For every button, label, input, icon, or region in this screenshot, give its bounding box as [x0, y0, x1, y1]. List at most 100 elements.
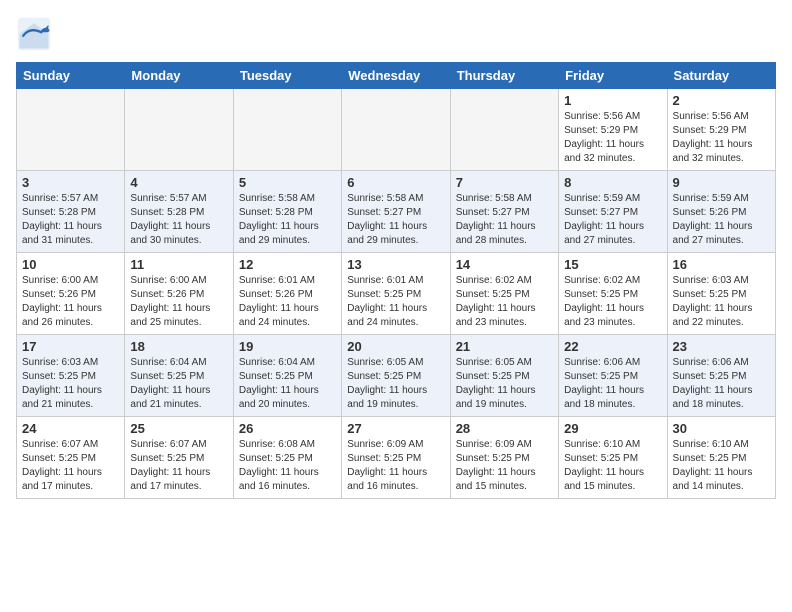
calendar-day-18: 18 Sunrise: 6:04 AMSunset: 5:25 PMDayligh…: [125, 335, 233, 417]
calendar-day-6: 6Sunrise: 5:58 AMSunset: 5:27 PMDaylight…: [342, 171, 450, 253]
day-number: 5: [239, 175, 336, 190]
day-number: 23: [673, 339, 770, 354]
day-number: 1: [564, 93, 661, 108]
col-header-wednesday: Wednesday: [342, 63, 450, 89]
calendar-header-row: SundayMondayTuesdayWednesdayThursdayFrid…: [17, 63, 776, 89]
calendar-week-2: 3 Sunrise: 5:57 AMSunset: 5:28 PMDaylight…: [17, 171, 776, 253]
calendar-day-9: 9 Sunrise: 5:59 AMSunset: 5:26 PMDaylight…: [667, 171, 775, 253]
day-number: 12: [239, 257, 336, 272]
day-info: Sunrise: 5:58 AMSunset: 5:28 PMDaylight:…: [239, 192, 336, 248]
calendar-day-27: 27Sunrise: 6:09 AMSunset: 5:25 PMDayligh…: [342, 417, 450, 499]
day-info: Sunrise: 6:06 AMSunset: 5:25 PMDaylight:…: [564, 356, 661, 412]
calendar-empty-cell: [342, 89, 450, 171]
day-info: Sunrise: 5:59 AMSunset: 5:26 PMDaylight:…: [673, 192, 770, 248]
day-info: Sunrise: 6:02 AMSunset: 5:25 PMDaylight:…: [456, 274, 553, 330]
calendar-day-22: 22 Sunrise: 6:06 AMSunset: 5:25 PMDayligh…: [559, 335, 667, 417]
day-info: Sunrise: 6:00 AMSunset: 5:26 PMDaylight:…: [22, 274, 119, 330]
day-info: Sunrise: 6:10 AMSunset: 5:25 PMDaylight:…: [564, 438, 661, 494]
day-number: 17: [22, 339, 119, 354]
calendar-day-1: 1 Sunrise: 5:56 AMSunset: 5:29 PMDaylight…: [559, 89, 667, 171]
calendar-week-1: 1 Sunrise: 5:56 AMSunset: 5:29 PMDaylight…: [17, 89, 776, 171]
day-info: Sunrise: 6:01 AMSunset: 5:25 PMDaylight:…: [347, 274, 444, 330]
calendar-day-15: 15 Sunrise: 6:02 AMSunset: 5:25 PMDayligh…: [559, 253, 667, 335]
day-info: Sunrise: 5:59 AMSunset: 5:27 PMDaylight:…: [564, 192, 661, 248]
day-info: Sunrise: 5:58 AMSunset: 5:27 PMDaylight:…: [347, 192, 444, 248]
day-number: 16: [673, 257, 770, 272]
day-number: 22: [564, 339, 661, 354]
calendar-day-29: 29 Sunrise: 6:10 AMSunset: 5:25 PMDayligh…: [559, 417, 667, 499]
calendar-day-13: 13 Sunrise: 6:01 AMSunset: 5:25 PMDayligh…: [342, 253, 450, 335]
day-info: Sunrise: 5:58 AMSunset: 5:27 PMDaylight:…: [456, 192, 553, 248]
day-number: 10: [22, 257, 119, 272]
day-number: 30: [673, 421, 770, 436]
day-number: 26: [239, 421, 336, 436]
day-info: Sunrise: 6:00 AMSunset: 5:26 PMDaylight:…: [130, 274, 227, 330]
calendar-day-20: 20Sunrise: 6:05 AMSunset: 5:25 PMDayligh…: [342, 335, 450, 417]
calendar-day-30: 30 Sunrise: 6:10 AMSunset: 5:25 PMDayligh…: [667, 417, 775, 499]
day-info: Sunrise: 6:03 AMSunset: 5:25 PMDaylight:…: [673, 274, 770, 330]
day-number: 2: [673, 93, 770, 108]
day-info: Sunrise: 6:07 AMSunset: 5:25 PMDaylight:…: [22, 438, 119, 494]
day-number: 14: [456, 257, 553, 272]
logo: [16, 16, 58, 52]
col-header-friday: Friday: [559, 63, 667, 89]
calendar-day-28: 28 Sunrise: 6:09 AMSunset: 5:25 PMDayligh…: [450, 417, 558, 499]
calendar-week-4: 17 Sunrise: 6:03 AMSunset: 5:25 PMDayligh…: [17, 335, 776, 417]
calendar-day-2: 2 Sunrise: 5:56 AMSunset: 5:29 PMDaylight…: [667, 89, 775, 171]
calendar-day-7: 7Sunrise: 5:58 AMSunset: 5:27 PMDaylight…: [450, 171, 558, 253]
calendar-day-26: 26 Sunrise: 6:08 AMSunset: 5:25 PMDayligh…: [233, 417, 341, 499]
calendar-day-25: 25Sunrise: 6:07 AMSunset: 5:25 PMDayligh…: [125, 417, 233, 499]
col-header-sunday: Sunday: [17, 63, 125, 89]
col-header-thursday: Thursday: [450, 63, 558, 89]
day-info: Sunrise: 6:07 AMSunset: 5:25 PMDaylight:…: [130, 438, 227, 494]
day-info: Sunrise: 6:03 AMSunset: 5:25 PMDaylight:…: [22, 356, 119, 412]
col-header-saturday: Saturday: [667, 63, 775, 89]
day-number: 4: [130, 175, 227, 190]
logo-icon: [16, 16, 52, 52]
day-number: 19: [239, 339, 336, 354]
day-number: 18: [130, 339, 227, 354]
calendar-empty-cell: [450, 89, 558, 171]
day-info: Sunrise: 5:56 AMSunset: 5:29 PMDaylight:…: [673, 110, 770, 166]
day-info: Sunrise: 6:04 AMSunset: 5:25 PMDaylight:…: [239, 356, 336, 412]
calendar-empty-cell: [17, 89, 125, 171]
day-number: 11: [130, 257, 227, 272]
calendar-day-19: 19 Sunrise: 6:04 AMSunset: 5:25 PMDayligh…: [233, 335, 341, 417]
day-info: Sunrise: 6:04 AMSunset: 5:25 PMDaylight:…: [130, 356, 227, 412]
day-info: Sunrise: 6:02 AMSunset: 5:25 PMDaylight:…: [564, 274, 661, 330]
calendar-day-21: 21 Sunrise: 6:05 AMSunset: 5:25 PMDayligh…: [450, 335, 558, 417]
day-info: Sunrise: 6:06 AMSunset: 5:25 PMDaylight:…: [673, 356, 770, 412]
day-info: Sunrise: 6:09 AMSunset: 5:25 PMDaylight:…: [456, 438, 553, 494]
calendar-day-17: 17 Sunrise: 6:03 AMSunset: 5:25 PMDayligh…: [17, 335, 125, 417]
day-number: 15: [564, 257, 661, 272]
day-number: 21: [456, 339, 553, 354]
calendar-day-4: 4 Sunrise: 5:57 AMSunset: 5:28 PMDaylight…: [125, 171, 233, 253]
day-info: Sunrise: 5:57 AMSunset: 5:28 PMDaylight:…: [130, 192, 227, 248]
day-info: Sunrise: 6:08 AMSunset: 5:25 PMDaylight:…: [239, 438, 336, 494]
page-header: [16, 16, 776, 52]
calendar-week-3: 10 Sunrise: 6:00 AMSunset: 5:26 PMDayligh…: [17, 253, 776, 335]
calendar-day-10: 10 Sunrise: 6:00 AMSunset: 5:26 PMDayligh…: [17, 253, 125, 335]
day-info: Sunrise: 5:56 AMSunset: 5:29 PMDaylight:…: [564, 110, 661, 166]
day-info: Sunrise: 6:05 AMSunset: 5:25 PMDaylight:…: [456, 356, 553, 412]
day-info: Sunrise: 5:57 AMSunset: 5:28 PMDaylight:…: [22, 192, 119, 248]
day-number: 24: [22, 421, 119, 436]
calendar-table: SundayMondayTuesdayWednesdayThursdayFrid…: [16, 62, 776, 499]
calendar-day-3: 3 Sunrise: 5:57 AMSunset: 5:28 PMDaylight…: [17, 171, 125, 253]
day-number: 9: [673, 175, 770, 190]
day-number: 28: [456, 421, 553, 436]
calendar-day-14: 14 Sunrise: 6:02 AMSunset: 5:25 PMDayligh…: [450, 253, 558, 335]
day-number: 3: [22, 175, 119, 190]
day-number: 8: [564, 175, 661, 190]
calendar-day-23: 23 Sunrise: 6:06 AMSunset: 5:25 PMDayligh…: [667, 335, 775, 417]
day-number: 13: [347, 257, 444, 272]
day-info: Sunrise: 6:10 AMSunset: 5:25 PMDaylight:…: [673, 438, 770, 494]
calendar-day-5: 5 Sunrise: 5:58 AMSunset: 5:28 PMDaylight…: [233, 171, 341, 253]
day-number: 29: [564, 421, 661, 436]
calendar-day-11: 11 Sunrise: 6:00 AMSunset: 5:26 PMDayligh…: [125, 253, 233, 335]
calendar-day-16: 16 Sunrise: 6:03 AMSunset: 5:25 PMDayligh…: [667, 253, 775, 335]
day-number: 20: [347, 339, 444, 354]
calendar-day-12: 12Sunrise: 6:01 AMSunset: 5:26 PMDayligh…: [233, 253, 341, 335]
calendar-day-24: 24 Sunrise: 6:07 AMSunset: 5:25 PMDayligh…: [17, 417, 125, 499]
col-header-tuesday: Tuesday: [233, 63, 341, 89]
